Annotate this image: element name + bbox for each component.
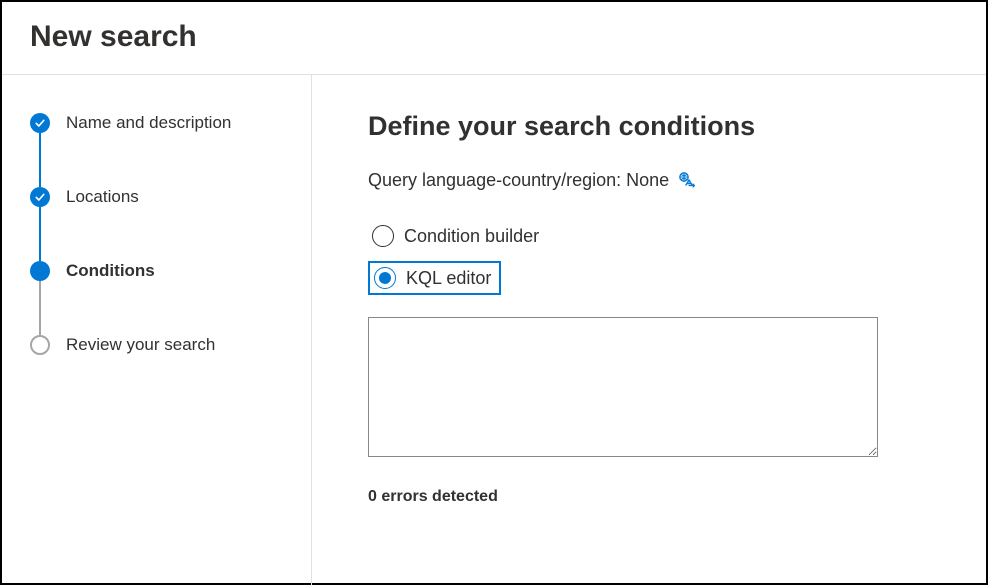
- radio-label: KQL editor: [406, 268, 491, 289]
- step-label: Review your search: [66, 335, 215, 355]
- step-label: Name and description: [66, 113, 231, 133]
- kql-editor-textarea[interactable]: [368, 317, 878, 457]
- wizard-steps: Name and description Locations Condition…: [30, 113, 291, 355]
- pending-step-icon: [30, 335, 50, 355]
- step-conditions[interactable]: Conditions: [30, 261, 291, 281]
- page-title: New search: [30, 20, 958, 54]
- step-connector: [39, 281, 41, 335]
- errors-detected-label: 0 errors detected: [368, 488, 930, 506]
- radio-condition-builder[interactable]: Condition builder: [368, 221, 547, 251]
- radio-kql-editor[interactable]: KQL editor: [368, 261, 501, 295]
- radio-label: Condition builder: [404, 226, 539, 247]
- main-content: Define your search conditions Query lang…: [312, 75, 986, 585]
- step-name-description[interactable]: Name and description: [30, 113, 291, 133]
- wizard-sidebar: Name and description Locations Condition…: [2, 75, 312, 585]
- query-language-label: Query language-country/region: None: [368, 170, 669, 191]
- query-language-row: Query language-country/region: None: [368, 170, 930, 191]
- page-header: New search: [2, 2, 986, 75]
- step-connector: [39, 133, 41, 187]
- step-label: Conditions: [66, 261, 155, 281]
- step-review[interactable]: Review your search: [30, 335, 291, 355]
- radio-icon: [374, 267, 396, 289]
- check-icon: [30, 113, 50, 133]
- step-label: Locations: [66, 187, 139, 207]
- current-step-icon: [30, 261, 50, 281]
- step-locations[interactable]: Locations: [30, 187, 291, 207]
- page-body: Name and description Locations Condition…: [2, 75, 986, 585]
- main-heading: Define your search conditions: [368, 111, 930, 142]
- check-icon: [30, 187, 50, 207]
- radio-dot-icon: [379, 272, 391, 284]
- radio-icon: [372, 225, 394, 247]
- step-connector: [39, 207, 41, 261]
- translate-icon[interactable]: [677, 171, 697, 191]
- editor-mode-radio-group: Condition builder KQL editor: [368, 221, 930, 295]
